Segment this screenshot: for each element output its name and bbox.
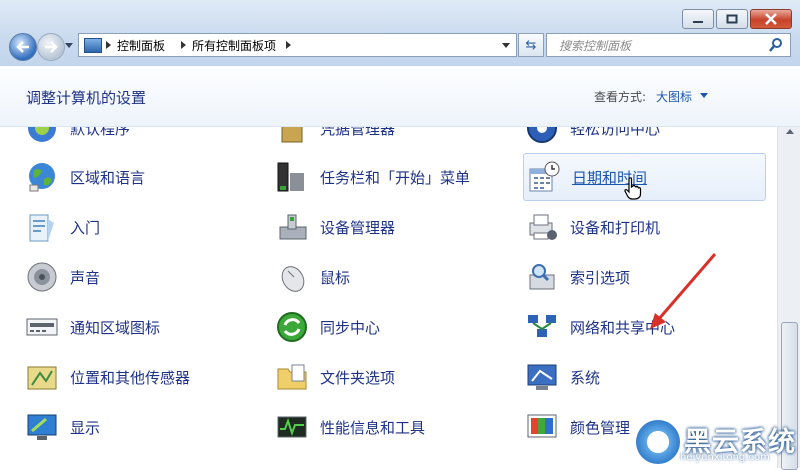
watermark: 黑云系统 heiyunxitong.com bbox=[636, 420, 800, 468]
item-color-management[interactable]: 颜色管理 bbox=[524, 407, 630, 447]
calendar-clock-icon bbox=[529, 161, 560, 192]
breadcrumb-separator[interactable] bbox=[181, 41, 186, 49]
indexing-icon bbox=[529, 264, 555, 290]
item-label: 设备和打印机 bbox=[570, 218, 661, 237]
vertical-scrollbar[interactable] bbox=[777, 127, 800, 470]
item-notification-area[interactable]: 通知区域图标 bbox=[24, 307, 160, 347]
view-label: 查看方式: bbox=[594, 90, 647, 104]
item-label: 同步中心 bbox=[320, 318, 381, 337]
item-performance[interactable]: 性能信息和工具 bbox=[274, 407, 425, 447]
control-panel-icon bbox=[84, 38, 102, 53]
item-devices-printers[interactable]: 设备和打印机 bbox=[524, 207, 660, 247]
printer-icon bbox=[529, 214, 557, 240]
item-region-language[interactable]: 区域和语言 bbox=[24, 157, 145, 197]
network-icon bbox=[528, 315, 556, 337]
mouse-icon bbox=[281, 266, 305, 292]
close-icon bbox=[765, 13, 777, 25]
item-label: 凭据管理器 bbox=[320, 127, 396, 138]
refresh-button[interactable]: ⇆ bbox=[518, 33, 544, 57]
item-credential-manager[interactable]: 凭据管理器 bbox=[274, 127, 395, 148]
item-label: 默认程序 bbox=[70, 127, 131, 138]
breadcrumb-control-panel[interactable]: 控制面板 bbox=[117, 37, 165, 54]
close-button[interactable] bbox=[750, 9, 792, 29]
arrow-right-icon bbox=[45, 41, 58, 53]
getting-started-icon bbox=[29, 214, 54, 242]
performance-icon bbox=[277, 416, 307, 438]
item-label: 设备管理器 bbox=[320, 218, 396, 237]
breadcrumb-separator[interactable] bbox=[106, 41, 111, 49]
folder-options-icon bbox=[277, 364, 307, 390]
item-label: 入门 bbox=[70, 218, 101, 237]
item-label: 区域和语言 bbox=[70, 168, 146, 187]
search-icon[interactable] bbox=[768, 37, 784, 53]
item-sound[interactable]: 声音 bbox=[24, 257, 100, 297]
location-sensor-icon bbox=[27, 366, 57, 390]
device-manager-icon bbox=[279, 214, 307, 240]
minimize-icon bbox=[693, 21, 703, 23]
color-management-icon bbox=[527, 414, 557, 438]
item-label: 文件夹选项 bbox=[320, 368, 396, 387]
item-label: 鼠标 bbox=[320, 268, 351, 287]
scroll-up-button[interactable] bbox=[786, 129, 794, 134]
item-folder-options[interactable]: 文件夹选项 bbox=[274, 357, 395, 397]
item-date-time[interactable]: 日期和时间 bbox=[523, 153, 766, 201]
item-location-sensors[interactable]: 位置和其他传感器 bbox=[24, 357, 190, 397]
item-getting-started[interactable]: 入门 bbox=[24, 207, 100, 247]
arrow-left-icon bbox=[16, 41, 29, 53]
items-grid: 默认程序 凭据管理器 轻松访问中心 区域和语言 任务栏和「开始」菜单 日期和时间… bbox=[0, 127, 777, 468]
item-ease-of-access[interactable]: 轻松访问中心 bbox=[524, 127, 660, 148]
address-dropdown[interactable] bbox=[502, 43, 510, 48]
chevron-down-icon[interactable] bbox=[700, 93, 708, 98]
header: 调整计算机的设置 查看方式: 大图标 bbox=[0, 66, 800, 127]
search-input[interactable]: 搜索控制面板 bbox=[559, 37, 631, 54]
item-label: 系统 bbox=[570, 368, 601, 387]
default-programs-icon bbox=[28, 127, 56, 142]
item-label: 网络和共享中心 bbox=[570, 318, 676, 337]
item-taskbar-start[interactable]: 任务栏和「开始」菜单 bbox=[274, 157, 470, 197]
address-bar[interactable]: 控制面板 所有控制面板项 bbox=[78, 33, 517, 57]
watermark-logo-icon bbox=[636, 420, 680, 464]
sync-icon bbox=[277, 312, 307, 342]
hand-cursor-icon bbox=[624, 177, 642, 200]
refresh-icon: ⇆ bbox=[525, 37, 537, 53]
maximize-icon bbox=[726, 14, 738, 24]
item-indexing-options[interactable]: 索引选项 bbox=[524, 257, 630, 297]
search-box[interactable]: 搜索控制面板 bbox=[546, 33, 791, 57]
item-label: 轻松访问中心 bbox=[570, 127, 661, 138]
display-icon bbox=[27, 414, 57, 440]
recent-pages-dropdown[interactable] bbox=[65, 43, 73, 48]
window-controls bbox=[682, 9, 792, 29]
ease-of-access-icon bbox=[527, 127, 557, 143]
watermark-url: heiyunxitong.com bbox=[680, 452, 770, 463]
taskbar-icon bbox=[277, 162, 304, 192]
view-mode-dropdown[interactable]: 大图标 bbox=[656, 88, 692, 105]
globe-icon bbox=[29, 163, 55, 192]
item-label: 任务栏和「开始」菜单 bbox=[320, 168, 471, 187]
item-label: 索引选项 bbox=[570, 268, 631, 287]
back-button[interactable] bbox=[9, 33, 37, 61]
forward-button[interactable] bbox=[37, 33, 65, 61]
item-system[interactable]: 系统 bbox=[524, 357, 600, 397]
notification-area-icon bbox=[26, 318, 58, 336]
item-mouse[interactable]: 鼠标 bbox=[274, 257, 350, 297]
speaker-icon bbox=[27, 262, 57, 292]
item-label: 颜色管理 bbox=[570, 418, 631, 437]
maximize-button[interactable] bbox=[716, 9, 748, 29]
item-display[interactable]: 显示 bbox=[24, 407, 100, 447]
item-label: 显示 bbox=[70, 418, 101, 437]
minimize-button[interactable] bbox=[682, 9, 714, 29]
item-label: 声音 bbox=[70, 268, 101, 287]
item-network-sharing[interactable]: 网络和共享中心 bbox=[524, 307, 675, 347]
item-sync-center[interactable]: 同步中心 bbox=[274, 307, 380, 347]
item-default-programs[interactable]: 默认程序 bbox=[24, 127, 130, 148]
breadcrumb-all-items[interactable]: 所有控制面板项 bbox=[192, 37, 276, 54]
credential-manager-icon bbox=[281, 127, 303, 143]
item-label: 通知区域图标 bbox=[70, 318, 161, 337]
breadcrumb-separator[interactable] bbox=[286, 41, 291, 49]
item-device-manager[interactable]: 设备管理器 bbox=[274, 207, 395, 247]
system-icon bbox=[527, 364, 557, 390]
item-label: 性能信息和工具 bbox=[320, 418, 426, 437]
page-title: 调整计算机的设置 bbox=[26, 89, 147, 107]
item-label: 位置和其他传感器 bbox=[70, 368, 191, 387]
